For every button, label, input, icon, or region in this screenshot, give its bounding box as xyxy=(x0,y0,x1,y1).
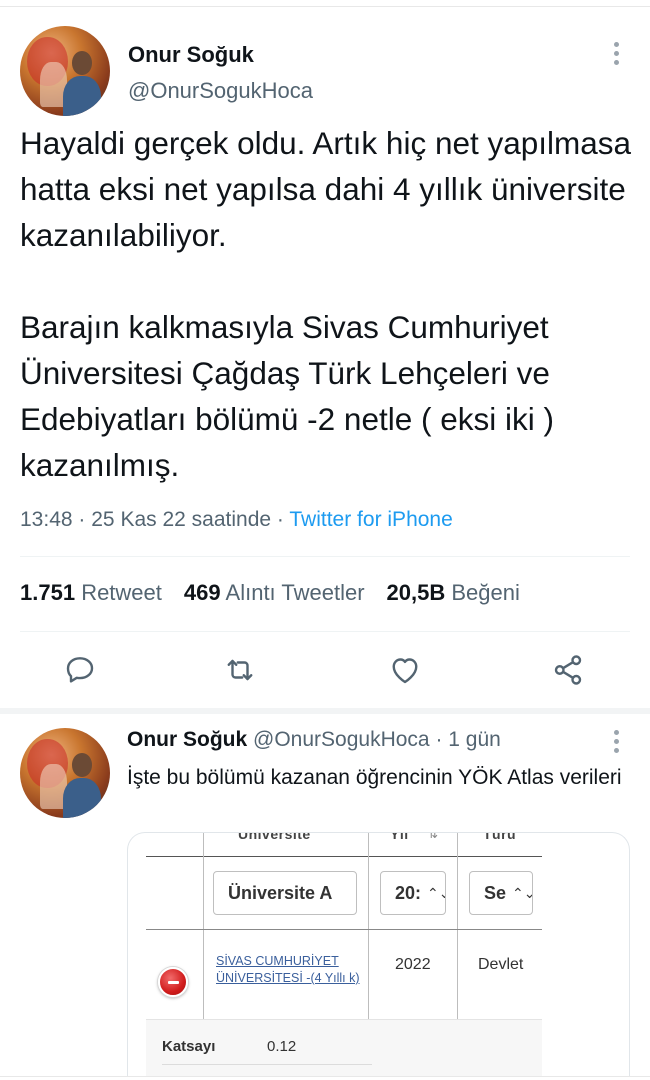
year-filter-select[interactable]: 20:⌃⌄ xyxy=(380,871,446,915)
reply-icon[interactable] xyxy=(62,652,98,688)
like-stat[interactable]: 20,5B Beğeni xyxy=(387,580,520,605)
katsayi-row: Katsayı 0.12 xyxy=(146,1019,542,1077)
remove-row-icon[interactable] xyxy=(158,967,188,997)
bottom-divider xyxy=(0,1076,650,1077)
reply-separator: · xyxy=(435,728,443,751)
row-type: Devlet xyxy=(478,956,524,973)
retweet-stat[interactable]: 1.751 Retweet xyxy=(20,580,162,605)
tweet-date: 25 Kas 22 saatinde xyxy=(91,508,272,531)
tweet-stats: 1.751 Retweet 469 Alıntı Tweetler 20,5B Be… xyxy=(20,580,520,606)
embedded-image[interactable]: Üniversite Yıl ⇅ Türü Üniversite A 20:⌃⌄… xyxy=(127,832,630,1077)
retweet-icon[interactable] xyxy=(222,652,258,688)
katsayi-label: Katsayı xyxy=(162,1038,216,1055)
top-divider xyxy=(0,6,650,7)
tweet-text: Hayaldi gerçek oldu. Artık hiç net yapıl… xyxy=(20,125,632,483)
column-header-type: Türü xyxy=(483,832,517,842)
reply-header: Onur Soğuk @OnurSogukHoca · 1 gün xyxy=(127,728,501,752)
author-avatar[interactable] xyxy=(20,26,110,116)
column-header-university: Üniversite xyxy=(238,832,311,842)
tweet-meta: 13:48 · 25 Kas 22 saatinde · Twitter for… xyxy=(20,508,453,532)
column-separator xyxy=(368,833,369,1019)
type-filter-select[interactable]: Se⌃⌄ xyxy=(469,871,533,915)
column-header-year: Yıl xyxy=(390,832,409,842)
reply-text: İşte bu bölümü kazanan öğrencinin YÖK At… xyxy=(127,766,622,789)
meta-separator: · xyxy=(78,508,86,531)
quote-stat[interactable]: 469 Alıntı Tweetler xyxy=(184,580,365,605)
column-separator xyxy=(457,833,458,1019)
row-year: 2022 xyxy=(395,956,431,973)
more-options-icon[interactable] xyxy=(612,42,620,65)
reply-author-name[interactable]: Onur Soğuk xyxy=(127,728,247,751)
author-handle[interactable]: @OnurSogukHoca xyxy=(128,78,313,104)
tweet-source-link[interactable]: Twitter for iPhone xyxy=(289,508,452,531)
table-row-line xyxy=(146,929,542,930)
share-icon[interactable] xyxy=(550,652,586,688)
select-chevron-icon: ⌃⌄ xyxy=(427,884,445,901)
divider xyxy=(20,556,630,557)
katsayi-value: 0.12 xyxy=(267,1038,297,1055)
divider xyxy=(20,631,630,632)
author-name[interactable]: Onur Soğuk xyxy=(128,42,254,68)
sort-icon: ⇅ xyxy=(428,832,439,841)
katsayi-underline xyxy=(162,1064,372,1065)
select-chevron-icon: ⌃⌄ xyxy=(512,884,532,901)
reply-author-avatar[interactable] xyxy=(20,728,110,818)
column-separator xyxy=(203,833,204,1019)
reply-author-handle[interactable]: @OnurSogukHoca xyxy=(253,728,430,751)
table-header-line xyxy=(146,856,542,857)
like-icon[interactable] xyxy=(387,652,423,688)
university-filter-select[interactable]: Üniversite A xyxy=(213,871,357,915)
meta-separator: · xyxy=(276,508,284,531)
university-link[interactable]: SİVAS CUMHURİYET ÜNİVERSİTESİ -(4 Yıllı … xyxy=(216,953,366,987)
reply-more-options-icon[interactable] xyxy=(612,730,620,753)
reply-time[interactable]: 1 gün xyxy=(448,728,501,751)
tweet-time: 13:48 xyxy=(20,508,73,531)
section-divider xyxy=(0,708,650,714)
